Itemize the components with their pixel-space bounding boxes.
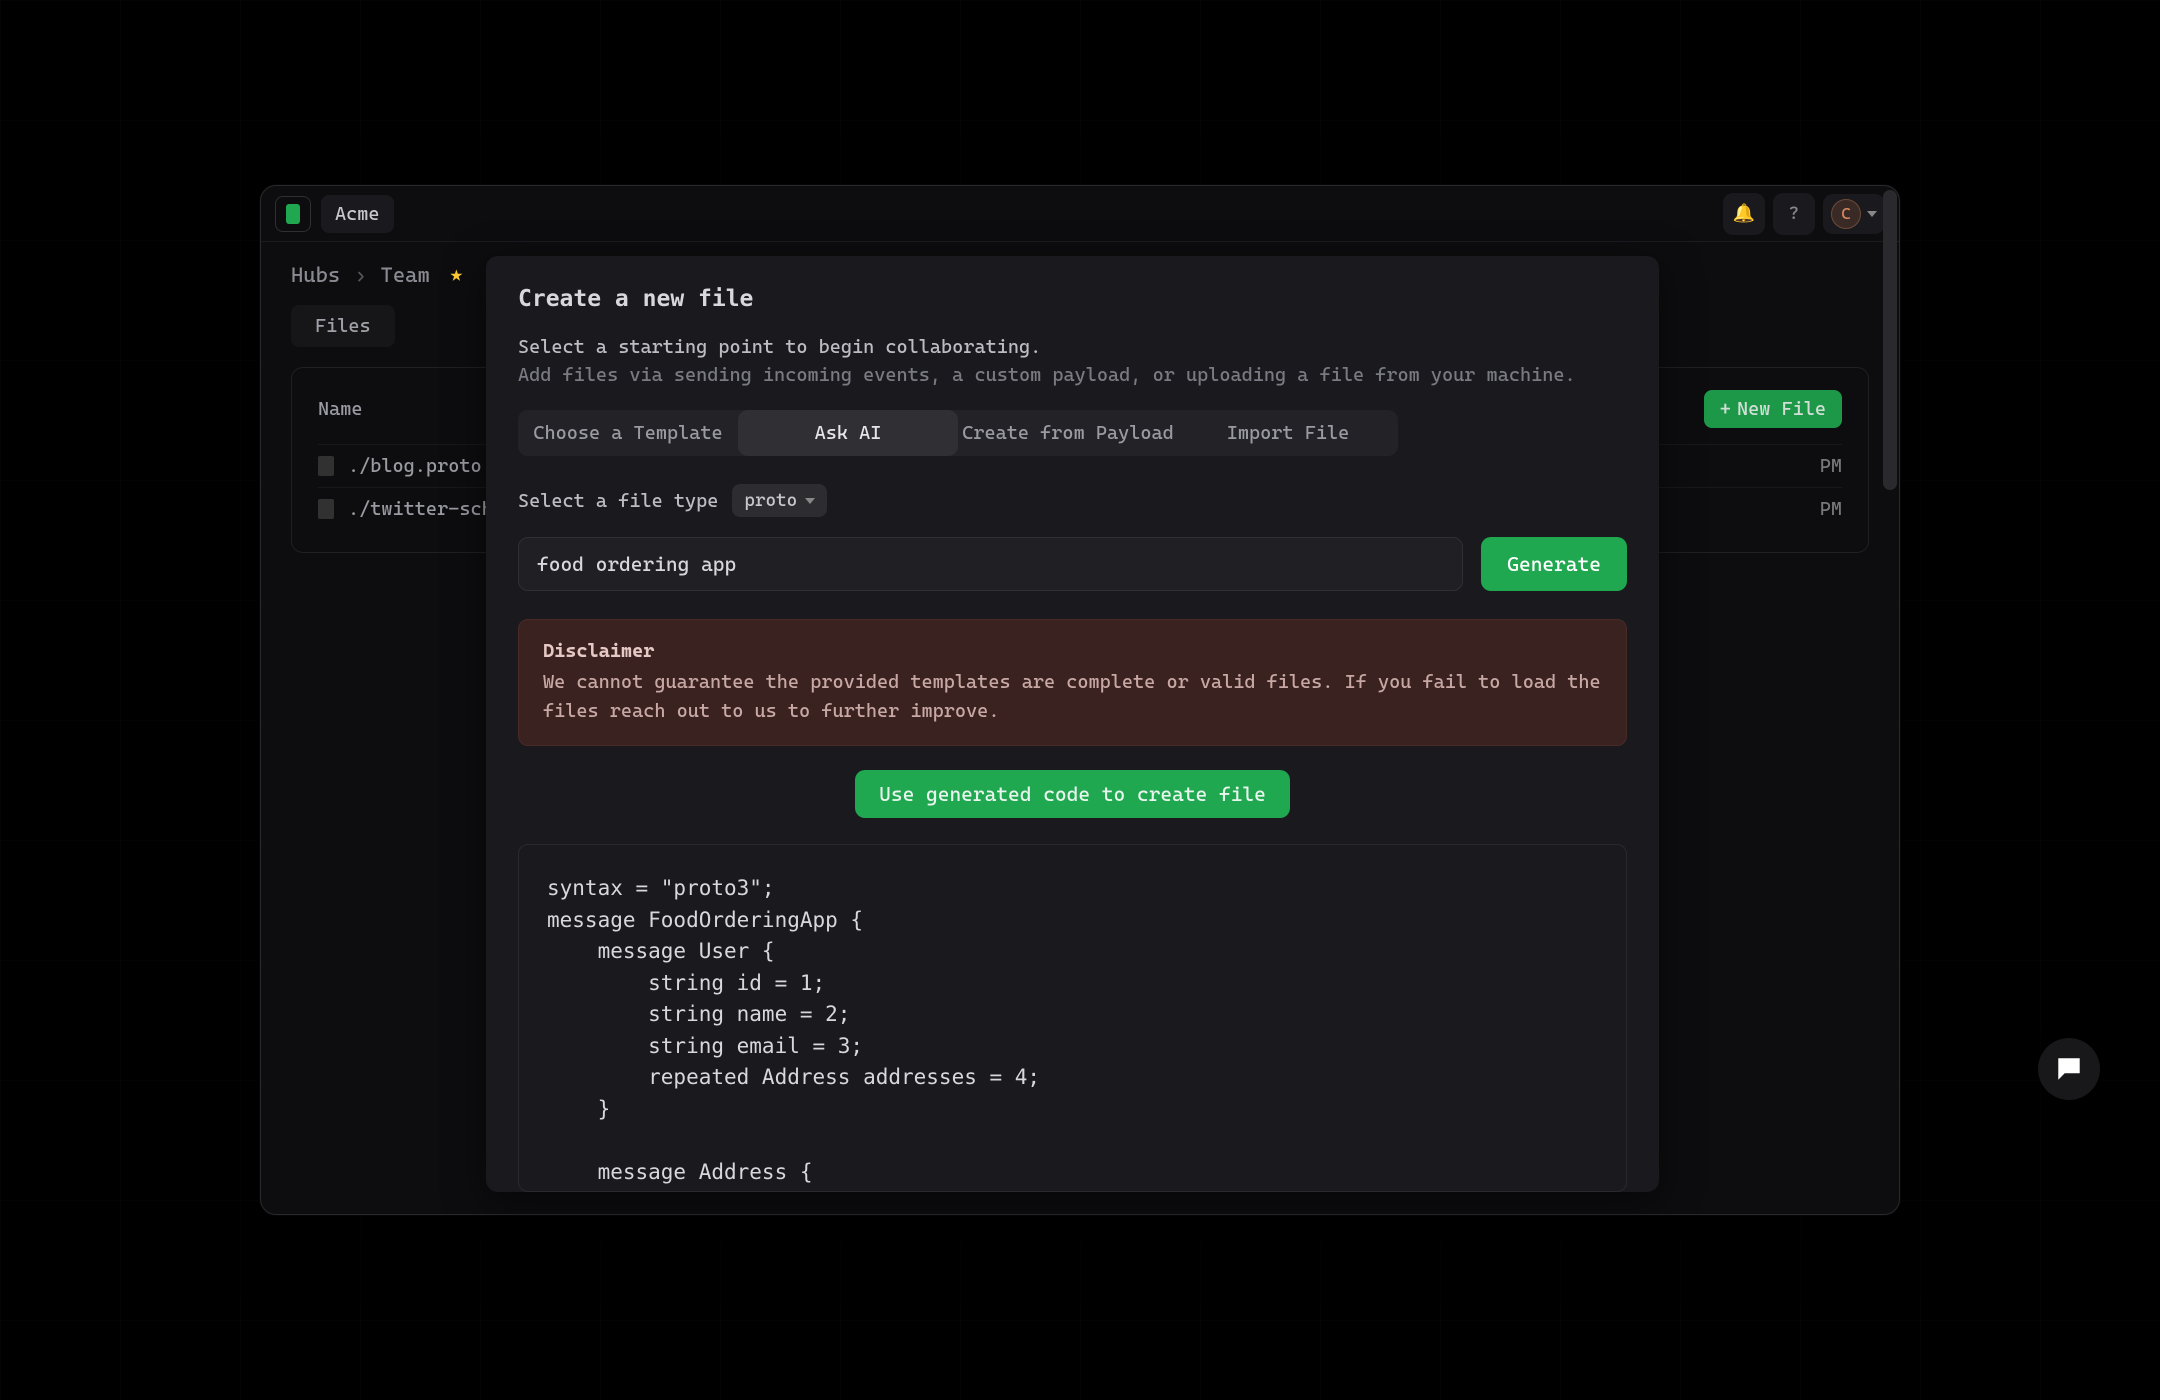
tab-label: Import File bbox=[1227, 422, 1349, 444]
tab-create-from-payload[interactable]: Create from Payload bbox=[958, 410, 1178, 456]
filetype-label: Select a file type bbox=[518, 490, 718, 512]
tab-import-file[interactable]: Import File bbox=[1178, 410, 1398, 456]
new-file-label: New File bbox=[1737, 398, 1826, 420]
help-button[interactable]: ? bbox=[1773, 193, 1815, 235]
generated-code[interactable]: syntax = "proto3"; message FoodOrderingA… bbox=[518, 844, 1627, 1192]
breadcrumb-item[interactable]: Team bbox=[381, 263, 430, 287]
file-time: PM bbox=[1820, 455, 1842, 477]
star-icon[interactable]: ★ bbox=[450, 262, 463, 287]
disclaimer-banner: Disclaimer We cannot guarantee the provi… bbox=[518, 619, 1627, 746]
file-name: ./twitter-sch bbox=[348, 498, 493, 520]
chevron-down-icon bbox=[805, 498, 815, 504]
breadcrumb-item[interactable]: Hubs bbox=[291, 263, 340, 287]
tab-files[interactable]: Files bbox=[291, 305, 395, 347]
scrollbar[interactable] bbox=[1883, 190, 1897, 490]
file-icon bbox=[318, 499, 334, 519]
tab-label: Create from Payload bbox=[962, 422, 1174, 444]
file-icon bbox=[318, 456, 334, 476]
modal-title: Create a new file bbox=[518, 286, 1627, 312]
bell-icon: 🔔 bbox=[1733, 203, 1755, 224]
chat-icon bbox=[2054, 1054, 2084, 1084]
notifications-button[interactable]: 🔔 bbox=[1723, 193, 1765, 235]
logo-icon bbox=[286, 204, 300, 224]
logo-button[interactable] bbox=[275, 196, 311, 232]
disclaimer-title: Disclaimer bbox=[543, 640, 1602, 662]
tab-label: Ask AI bbox=[815, 422, 882, 444]
new-file-button[interactable]: + New File bbox=[1704, 390, 1842, 428]
filetype-value: proto bbox=[744, 490, 797, 511]
generate-button[interactable]: Generate bbox=[1481, 537, 1627, 591]
tab-label: Files bbox=[315, 315, 371, 337]
avatar: C bbox=[1831, 199, 1861, 229]
chevron-right-icon: › bbox=[354, 263, 366, 287]
avatar-initial: C bbox=[1841, 204, 1850, 223]
user-menu[interactable]: C bbox=[1823, 194, 1885, 234]
topbar: Acme 🔔 ? C bbox=[261, 186, 1899, 242]
workspace-name: Acme bbox=[335, 203, 380, 225]
source-tabs: Choose a Template Ask AI Create from Pay… bbox=[518, 410, 1398, 456]
create-file-modal: Create a new file Select a starting poin… bbox=[486, 256, 1659, 1192]
use-generated-code-button[interactable]: Use generated code to create file bbox=[855, 770, 1290, 818]
prompt-input[interactable] bbox=[518, 537, 1463, 591]
plus-icon: + bbox=[1720, 398, 1731, 420]
tab-choose-template[interactable]: Choose a Template bbox=[518, 410, 738, 456]
disclaimer-body: We cannot guarantee the provided templat… bbox=[543, 668, 1602, 725]
tab-label: Choose a Template bbox=[533, 422, 722, 444]
file-name: ./blog.proto bbox=[348, 455, 482, 477]
file-time: PM bbox=[1820, 498, 1842, 520]
support-chat-button[interactable] bbox=[2038, 1038, 2100, 1100]
use-code-label: Use generated code to create file bbox=[879, 782, 1266, 806]
modal-subtitle: Select a starting point to begin collabo… bbox=[518, 336, 1627, 358]
filetype-select[interactable]: proto bbox=[732, 484, 827, 517]
chevron-down-icon bbox=[1867, 211, 1877, 217]
generate-label: Generate bbox=[1507, 552, 1601, 576]
column-header-name: Name bbox=[318, 398, 363, 420]
tab-ask-ai[interactable]: Ask AI bbox=[738, 410, 958, 456]
workspace-switcher[interactable]: Acme bbox=[321, 195, 394, 233]
help-icon: ? bbox=[1789, 203, 1800, 224]
modal-description: Add files via sending incoming events, a… bbox=[518, 364, 1627, 386]
